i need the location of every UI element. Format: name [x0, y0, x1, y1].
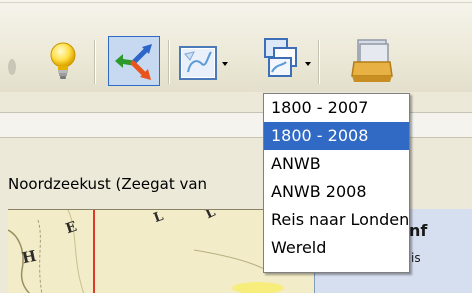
- map-set-icon[interactable]: [262, 34, 302, 82]
- side-panel-label: is: [411, 251, 421, 265]
- toolbar-separator: [168, 40, 169, 84]
- map-region-icon[interactable]: [178, 44, 218, 82]
- lightbulb-icon[interactable]: [48, 40, 78, 84]
- map-stack-icon[interactable]: [350, 36, 394, 84]
- chevron-down-icon[interactable]: [222, 62, 228, 66]
- dropdown-item-wereld[interactable]: Wereld: [264, 234, 409, 262]
- dropdown-item-anwb-2008[interactable]: ANWB 2008: [264, 178, 409, 206]
- route-arrows-icon: [115, 44, 152, 80]
- toolbar-separator: [94, 40, 95, 84]
- toolbar-edge: [0, 2, 472, 3]
- dropdown-item-reis-naar-londen[interactable]: Reis naar Londen: [264, 206, 409, 234]
- dropdown-item-1800-2008[interactable]: 1800 - 2008: [264, 122, 409, 150]
- map-title: Noordzeekust (Zeegat van: [8, 175, 208, 193]
- toolbar-separator: [318, 40, 319, 84]
- dropdown-item-anwb[interactable]: ANWB: [264, 150, 409, 178]
- partial-toolbar-icon[interactable]: [8, 56, 22, 78]
- toolbar: [0, 0, 472, 92]
- dropdown-item-1800-2007[interactable]: 1800 - 2007: [264, 94, 409, 122]
- map-set-dropdown[interactable]: 1800 - 2007 1800 - 2008 ANWB ANWB 2008 R…: [263, 93, 410, 273]
- side-panel-label: nf: [409, 221, 428, 240]
- route-button[interactable]: [108, 36, 160, 86]
- chevron-down-icon[interactable]: [305, 62, 311, 66]
